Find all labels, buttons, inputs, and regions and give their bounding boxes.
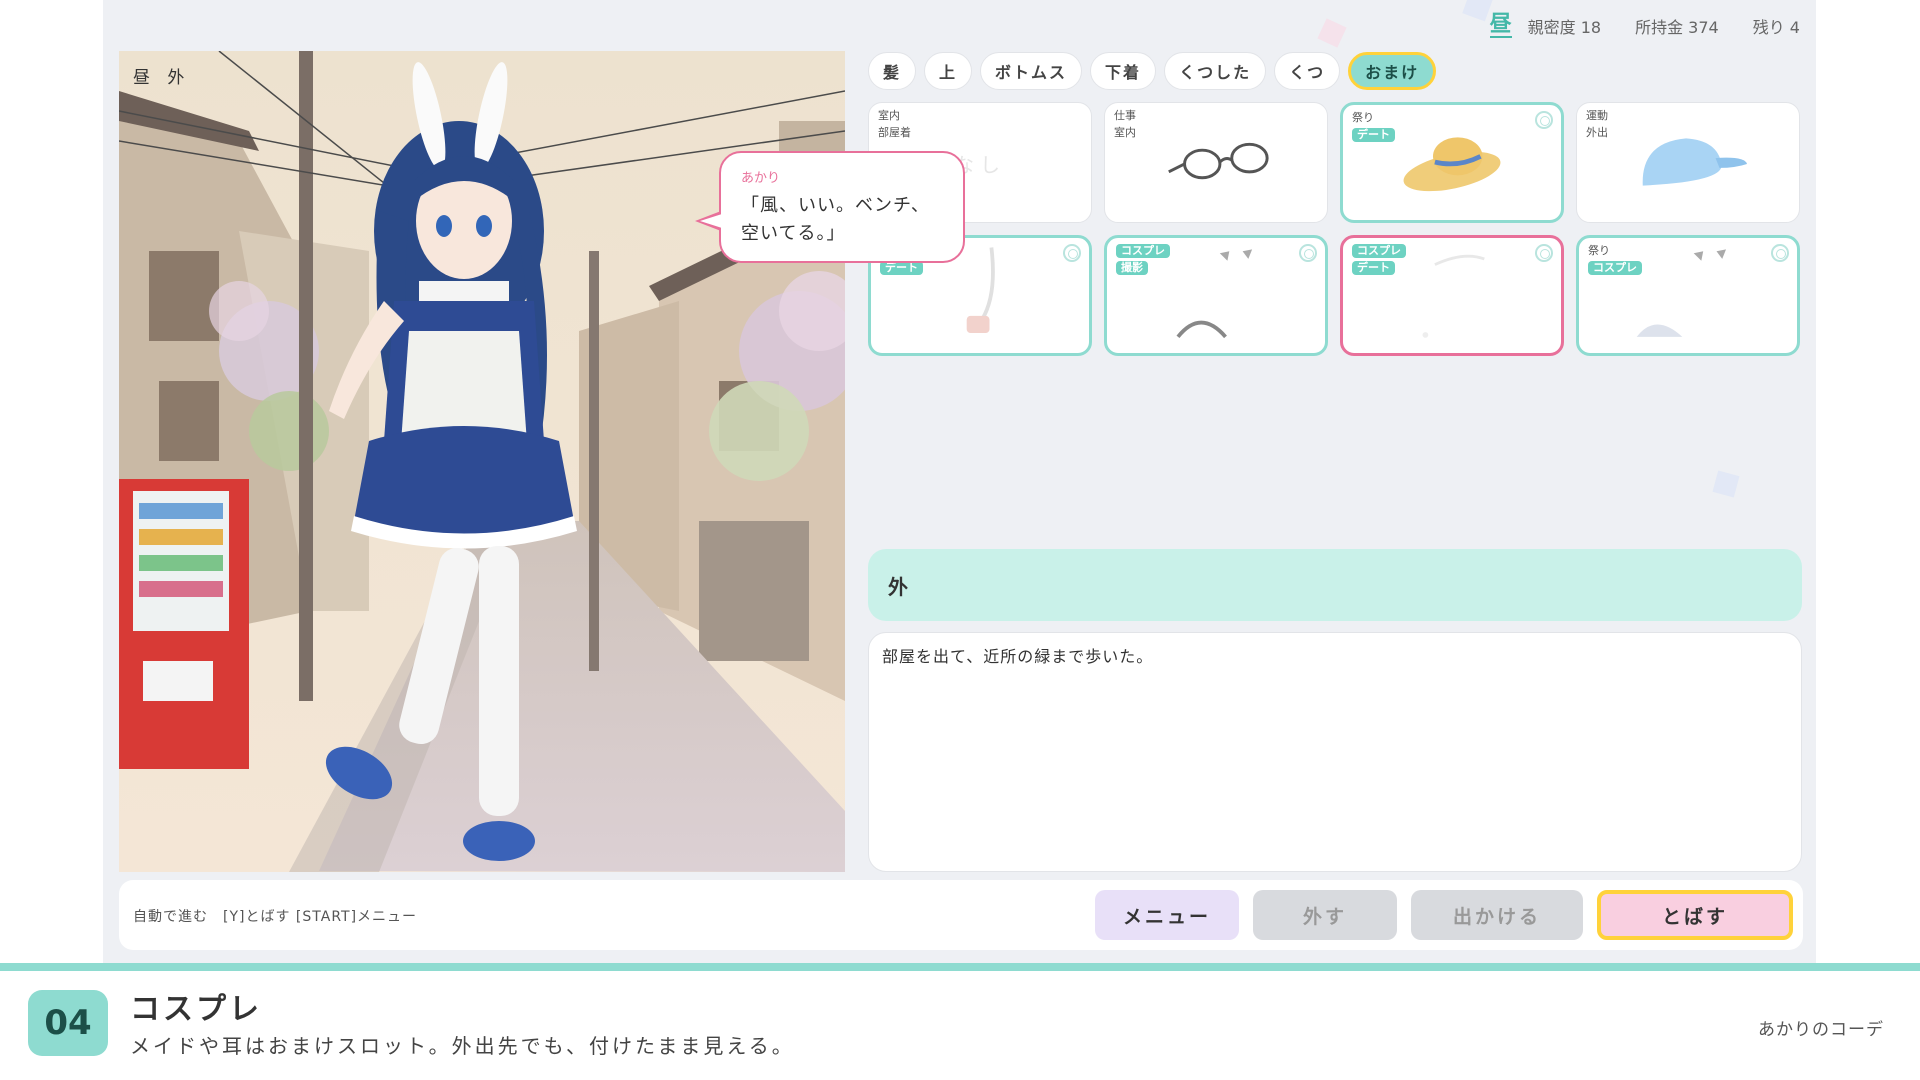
item-tag: 撮影	[1116, 261, 1148, 275]
controls-hint: 自動で進む [Y]とばす [START]メニュー	[133, 909, 418, 925]
tab-extras[interactable]: おまけ	[1348, 52, 1437, 90]
caption-strip: 04 コスプレ メイドや耳はおまけスロット。外出先でも、付けたまま見える。 あか…	[0, 971, 1920, 1080]
caption-title: コスプレ	[130, 992, 262, 1027]
item-card-fox-mask[interactable]: 祭り コスプレ	[1576, 235, 1800, 356]
item-tag: 祭り	[1352, 111, 1374, 124]
scene-label: 昼 外	[133, 68, 191, 88]
speech-bubble: あかり 「風、いい。ベンチ、空いてる。」	[695, 151, 965, 263]
item-card-cap[interactable]: 運動 外出	[1576, 102, 1800, 223]
item-card-maid-accessory[interactable]: コスプレ デート	[1340, 235, 1564, 356]
item-tag: 室内	[1114, 126, 1136, 139]
location-banner: 外	[868, 549, 1802, 621]
item-tag: コスプレ	[1588, 261, 1642, 275]
speaker-name: あかり	[741, 171, 781, 186]
affection-counter: 親密度 18	[1527, 18, 1602, 37]
caption-series-label: あかりのコーデ	[1758, 1020, 1884, 1040]
remaining-counter: 残り 4	[1752, 18, 1800, 37]
item-tag: 祭り	[1588, 244, 1610, 257]
item-tag: 外出	[1586, 126, 1608, 139]
item-card-straw-hat[interactable]: 祭り デート	[1340, 102, 1564, 223]
bottom-bar: 自動で進む [Y]とばす [START]メニュー メニュー 外す 出かける とば…	[119, 880, 1803, 950]
item-card-headband[interactable]: コスプレ 撮影	[1104, 235, 1328, 356]
tab-bottoms[interactable]: ボトムス	[980, 52, 1083, 90]
remove-button[interactable]: 外す	[1253, 890, 1397, 940]
item-tag: デート	[880, 261, 923, 275]
glasses-icon	[1168, 142, 1269, 180]
game-window: 昼 親密度 18 所持金 374 残り 4 昼 外 あかり 「風、いい。ベンチ、…	[103, 0, 1816, 963]
item-tag: 部屋着	[878, 126, 911, 139]
step-number-badge: 04	[28, 990, 108, 1056]
category-tabs: 髪 上 ボトムス 下着 くつした くつ おまけ	[868, 52, 1437, 90]
menu-button[interactable]: メニュー	[1095, 890, 1239, 940]
confetti-decor	[1317, 18, 1347, 48]
tab-hair[interactable]: 髪	[868, 52, 917, 90]
item-tag: コスプレ	[1352, 244, 1406, 258]
narration-log: 部屋を出て、近所の緑まで歩いた。	[868, 632, 1802, 872]
dialogue-line: 「風、いい。ベンチ、空いてる。」	[741, 195, 930, 244]
go-out-button[interactable]: 出かける	[1411, 890, 1583, 940]
tab-shoes[interactable]: くつ	[1274, 52, 1341, 90]
skip-button[interactable]: とばす	[1597, 890, 1793, 940]
tab-top[interactable]: 上	[924, 52, 973, 90]
item-card-glasses[interactable]: 仕事 室内	[1104, 102, 1328, 223]
item-tag: 仕事	[1114, 109, 1136, 122]
item-tag: 室内	[878, 109, 900, 122]
tab-underwear[interactable]: 下着	[1090, 52, 1157, 90]
cap-icon	[1642, 138, 1748, 186]
caption-subtitle: メイドや耳はおまけスロット。外出先でも、付けたまま見える。	[130, 1034, 795, 1058]
money-counter: 所持金 374	[1635, 18, 1719, 37]
time-of-day-icon: 昼	[1489, 12, 1512, 38]
status-bar: 昼 親密度 18 所持金 374 残り 4	[1489, 12, 1800, 38]
item-tag: デート	[1352, 128, 1395, 142]
caption-divider	[0, 963, 1920, 971]
tab-socks[interactable]: くつした	[1164, 52, 1267, 90]
confetti-decor	[1712, 470, 1740, 498]
item-grid: 室内 部屋着 なし 仕事 室内 祭り デート 運動 外出 デート コスプレ 撮影…	[868, 102, 1903, 356]
item-tag: デート	[1352, 261, 1395, 275]
item-tag: 運動	[1586, 109, 1608, 122]
action-buttons: メニュー 外す 出かける とばす	[1095, 890, 1793, 940]
item-tag: コスプレ	[1116, 244, 1170, 258]
